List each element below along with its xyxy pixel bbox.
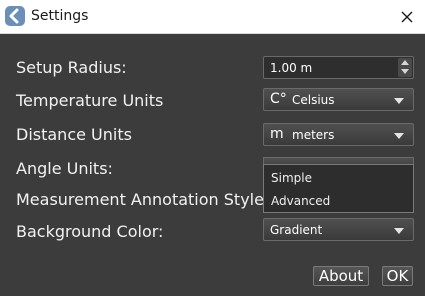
window-title: Settings: [31, 8, 89, 24]
annotation-style-label: Measurement Annotation Style:: [16, 190, 270, 209]
spin-buttons[interactable]: [398, 58, 412, 77]
spin-up-icon[interactable]: [401, 60, 409, 65]
distance-units-dropdown[interactable]: m meters: [263, 123, 414, 146]
setup-radius-label: Setup Radius:: [16, 58, 127, 77]
back-arrow-icon[interactable]: [5, 6, 25, 26]
temperature-units-label: Temperature Units: [16, 91, 164, 110]
background-color-value: Gradient: [270, 223, 323, 237]
distance-units-value: meters: [292, 128, 335, 142]
angle-units-label: Angle Units:: [16, 159, 113, 178]
chevron-down-icon: [394, 133, 404, 139]
title-bar: Settings: [0, 0, 425, 34]
temperature-unit-glyph: C°: [270, 91, 287, 107]
spin-down-icon[interactable]: [401, 69, 409, 74]
distance-units-label: Distance Units: [16, 125, 132, 144]
option-simple[interactable]: Simple: [271, 171, 312, 185]
ok-button[interactable]: OK: [382, 266, 413, 286]
temperature-units-dropdown[interactable]: C° Celsius: [263, 88, 414, 111]
close-button[interactable]: [396, 6, 418, 28]
temperature-units-value: Celsius: [292, 93, 335, 107]
option-advanced[interactable]: Advanced: [271, 194, 330, 208]
about-button[interactable]: About: [313, 266, 369, 286]
close-icon: [401, 11, 413, 23]
setup-radius-value[interactable]: 1.00 m: [270, 61, 312, 75]
setup-radius-input[interactable]: 1.00 m: [263, 56, 414, 79]
chevron-down-icon: [394, 98, 404, 104]
background-color-label: Background Color:: [16, 222, 164, 241]
distance-unit-glyph: m: [270, 126, 284, 142]
dropdown-popup: Simple Advanced: [263, 164, 414, 213]
background-color-dropdown[interactable]: Gradient: [263, 218, 414, 241]
chevron-down-icon: [394, 228, 404, 234]
